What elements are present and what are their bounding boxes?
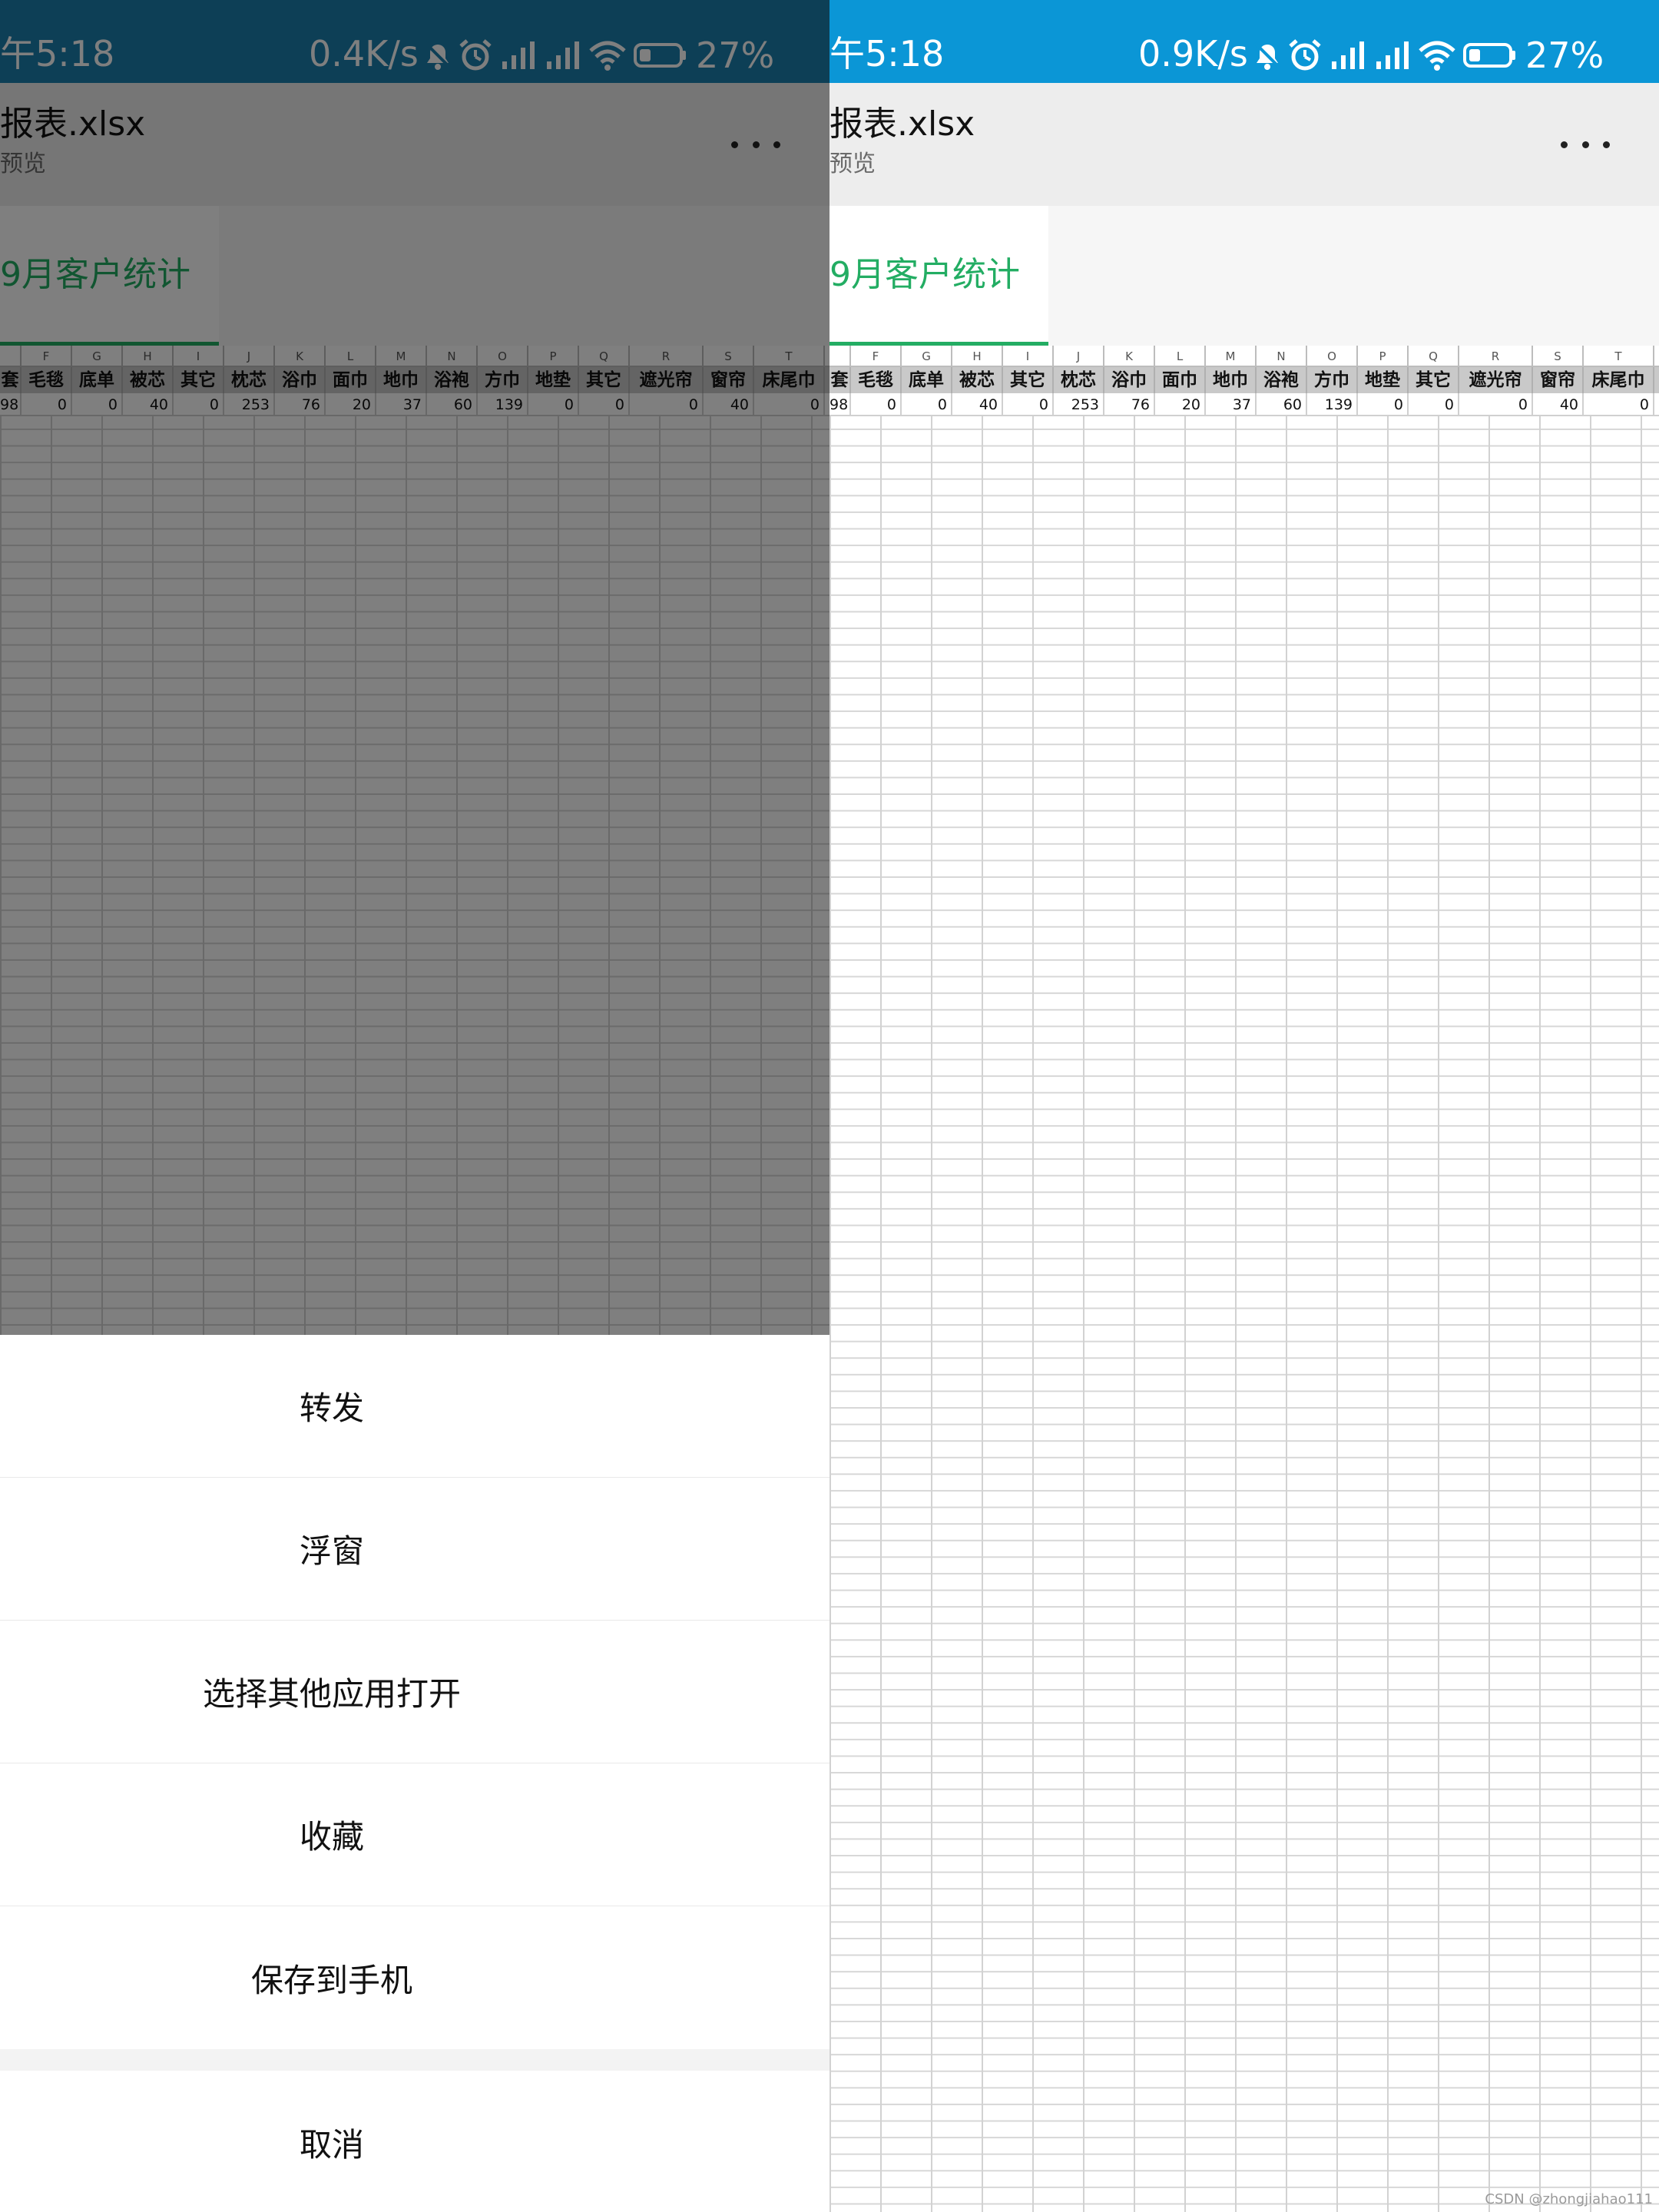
header-row: 套毛毯底单被芯其它枕芯浴巾面巾地巾浴袍方巾地垫其它遮光帘窗帘床尾巾 (830, 367, 1659, 393)
sheet-tab[interactable]: 9月客户统计 (830, 206, 1048, 346)
column-header[interactable]: 床尾巾 (1584, 367, 1654, 393)
dot-icon (1581, 141, 1589, 148)
column-header[interactable]: 地垫 (1358, 367, 1409, 393)
left-screen: 午5:18 0.4K/s 27% 报表.xlsx 预览 9月客户统计 FGHIJ… (0, 0, 830, 2212)
watermark: CSDN @zhongjiahao111 (1485, 2191, 1653, 2207)
column-letter[interactable]: P (1358, 346, 1409, 366)
sheet-divider (0, 2049, 830, 2071)
column-header[interactable]: 被芯 (952, 367, 1003, 393)
dot-icon (1603, 141, 1610, 148)
alarm-icon (1289, 39, 1321, 71)
column-header[interactable]: 地巾 (1206, 367, 1257, 393)
column-header[interactable]: 套 (830, 367, 851, 393)
column-letter[interactable]: M (1206, 346, 1257, 366)
column-letter[interactable]: G (902, 346, 952, 366)
table-cell[interactable]: 37 (1206, 393, 1257, 415)
network-speed: 0.9K/s (1138, 33, 1248, 75)
column-letter[interactable] (830, 346, 851, 366)
table-cell[interactable]: 76 (1104, 393, 1155, 415)
column-letter[interactable]: H (952, 346, 1003, 366)
column-header[interactable]: 方巾 (1307, 367, 1358, 393)
column-header[interactable]: 其它 (1003, 367, 1054, 393)
forward-button[interactable]: 转发 (0, 1335, 830, 1478)
signal-icon (1332, 41, 1364, 69)
save-to-phone-button[interactable]: 保存到手机 (0, 1906, 830, 2049)
column-letter[interactable]: F (851, 346, 902, 366)
preview-label: 预览 (830, 151, 876, 177)
column-header[interactable]: 枕芯 (1054, 367, 1104, 393)
battery-icon (1463, 43, 1515, 68)
table-cell[interactable]: 253 (1054, 393, 1104, 415)
column-header[interactable]: 底单 (902, 367, 952, 393)
column-letter[interactable]: J (1054, 346, 1104, 366)
floating-window-button[interactable]: 浮窗 (0, 1478, 830, 1621)
table-cell[interactable]: 0 (1409, 393, 1459, 415)
status-bar: 午5:18 0.9K/s 27% (830, 0, 1659, 83)
spreadsheet-grid[interactable] (830, 346, 1659, 2212)
table-cell[interactable]: 0 (851, 393, 902, 415)
column-header[interactable]: 浴巾 (1104, 367, 1155, 393)
column-letter[interactable]: Q (1409, 346, 1459, 366)
table-cell[interactable]: 60 (1257, 393, 1307, 415)
right-screen: 午5:18 0.9K/s 27% 报表.xlsx 预览 9月客户统计 FGHIJ… (830, 0, 1659, 2212)
table-cell[interactable]: 139 (1307, 393, 1358, 415)
title-bar: 报表.xlsx 预览 (830, 83, 1659, 206)
cancel-button[interactable]: 取消 (0, 2071, 830, 2212)
sheet-header: 9月客户统计 (830, 206, 1659, 346)
battery-percent: 27% (1525, 35, 1604, 76)
table-cell[interactable]: 0 (1584, 393, 1654, 415)
file-name: 报表.xlsx (830, 104, 975, 144)
value-row: 980040025376203760139000400 (830, 393, 1659, 416)
column-letter[interactable]: L (1155, 346, 1206, 366)
favorite-button[interactable]: 收藏 (0, 1763, 830, 1906)
more-options-button[interactable] (1561, 137, 1610, 152)
table-cell[interactable]: 20 (1155, 393, 1206, 415)
column-letter[interactable]: S (1533, 346, 1584, 366)
open-with-other-app-button[interactable]: 选择其他应用打开 (0, 1621, 830, 1763)
status-icons: 27% (1250, 35, 1604, 76)
column-letter[interactable]: O (1307, 346, 1358, 366)
table-cell[interactable]: 0 (1003, 393, 1054, 415)
table-cell[interactable]: 0 (902, 393, 952, 415)
column-header[interactable]: 面巾 (1155, 367, 1206, 393)
table-cell[interactable]: 40 (952, 393, 1003, 415)
column-letter[interactable]: K (1104, 346, 1155, 366)
dot-icon (1561, 141, 1568, 148)
wifi-icon (1419, 41, 1455, 71)
column-header[interactable]: 浴袍 (1257, 367, 1307, 393)
sheet-tab-label: 9月客户统计 (830, 255, 1020, 294)
column-letters-row: FGHIJKLMNOPQRST (830, 346, 1659, 367)
status-time: 午5:18 (830, 33, 945, 75)
table-cell[interactable]: 0 (1459, 393, 1533, 415)
table-cell[interactable]: 40 (1533, 393, 1584, 415)
column-letter[interactable]: R (1459, 346, 1533, 366)
column-header[interactable]: 窗帘 (1533, 367, 1584, 393)
mute-bell-icon (1253, 41, 1281, 70)
column-header[interactable]: 遮光帘 (1459, 367, 1533, 393)
column-letter[interactable]: N (1257, 346, 1307, 366)
column-header[interactable]: 毛毯 (851, 367, 902, 393)
column-header[interactable]: 其它 (1409, 367, 1459, 393)
table-cell[interactable]: 98 (830, 393, 851, 415)
column-letter[interactable]: I (1003, 346, 1054, 366)
action-sheet: 转发 浮窗 选择其他应用打开 收藏 保存到手机 取消 (0, 1335, 830, 2212)
column-letter[interactable]: T (1584, 346, 1654, 366)
signal-icon-2 (1376, 41, 1409, 69)
table-cell[interactable]: 0 (1358, 393, 1409, 415)
